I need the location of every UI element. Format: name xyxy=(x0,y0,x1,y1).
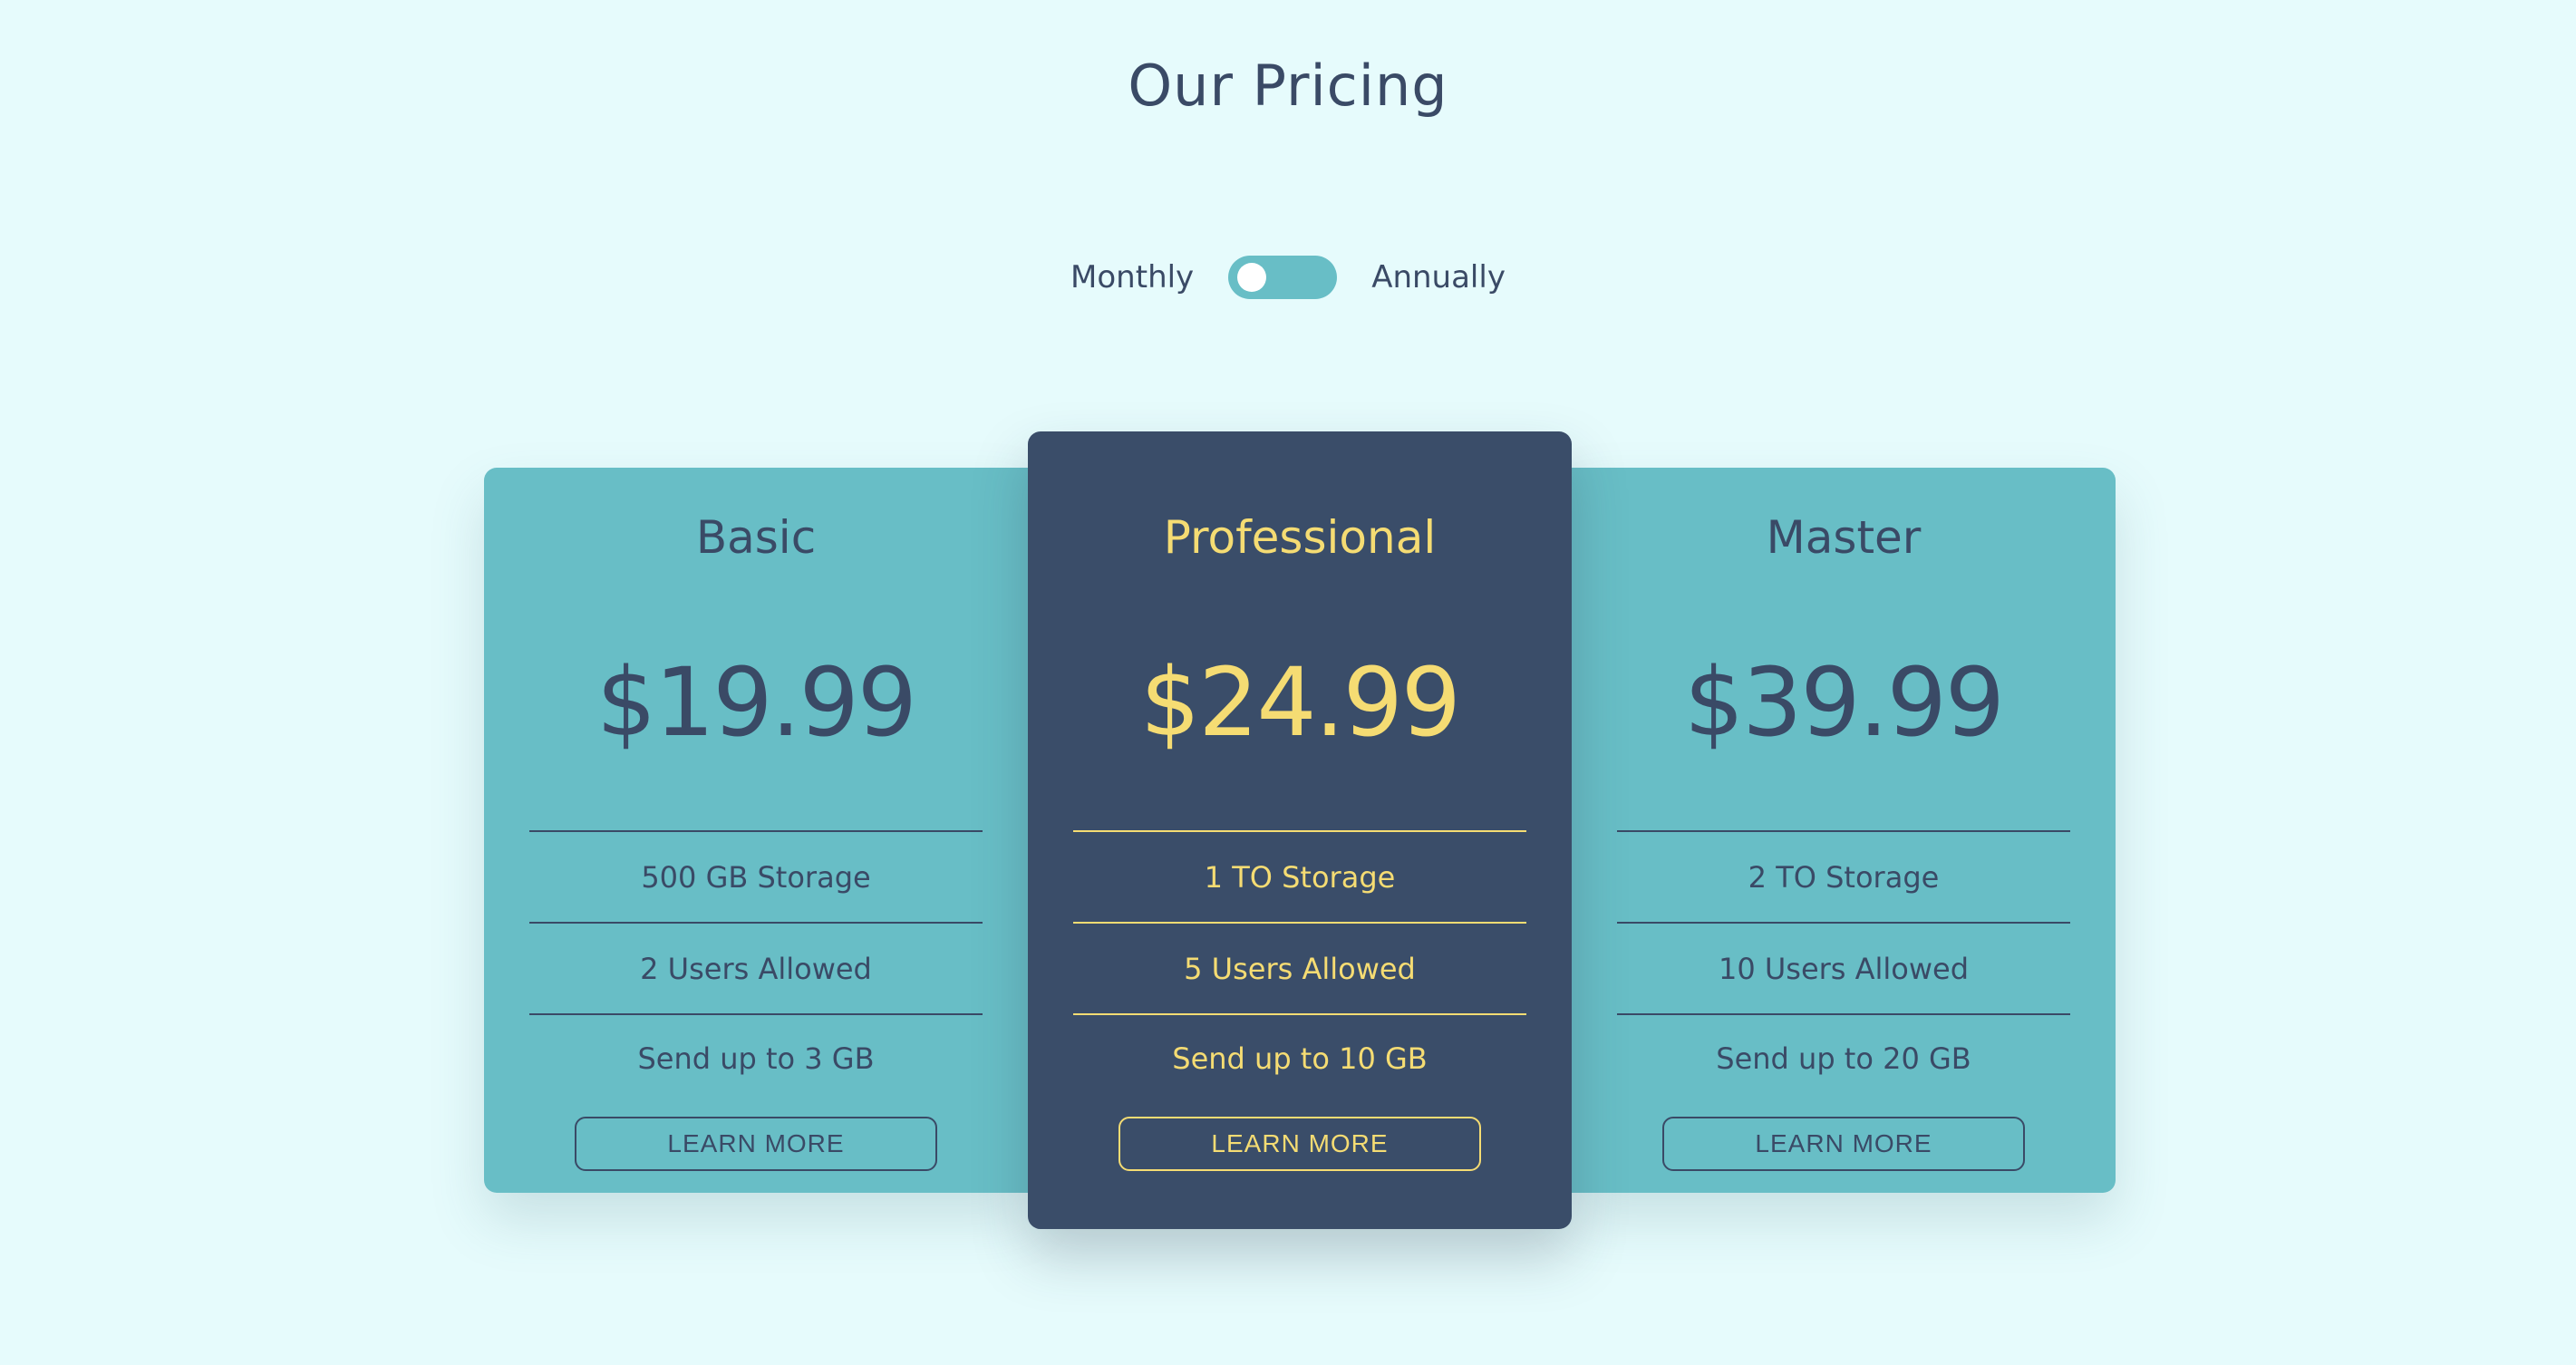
pricing-card-professional: Professional $24.99 1 TO Storage 5 Users… xyxy=(1028,431,1572,1229)
billing-switch[interactable] xyxy=(1228,256,1338,299)
feature-item: Send up to 3 GB xyxy=(529,1013,983,1100)
feature-item: Send up to 10 GB xyxy=(1073,1013,1526,1100)
pricing-page: Our Pricing Monthly Annually Basic $19.9… xyxy=(0,0,2576,1365)
plan-price: $24.99 xyxy=(1140,647,1461,758)
feature-list: 2 TO Storage 10 Users Allowed Send up to… xyxy=(1617,830,2070,1100)
billing-toggle: Monthly Annually xyxy=(0,256,2576,299)
feature-item: 10 Users Allowed xyxy=(1617,922,2070,1013)
learn-more-button[interactable]: LEARN MORE xyxy=(1662,1117,2025,1171)
learn-more-button[interactable]: LEARN MORE xyxy=(575,1117,937,1171)
monthly-label: Monthly xyxy=(1070,259,1195,295)
feature-item: 2 TO Storage xyxy=(1617,830,2070,922)
feature-item: 2 Users Allowed xyxy=(529,922,983,1013)
plan-price: $39.99 xyxy=(1684,647,2005,758)
feature-list: 500 GB Storage 2 Users Allowed Send up t… xyxy=(529,830,983,1100)
page-title: Our Pricing xyxy=(1128,53,1448,119)
learn-more-button[interactable]: LEARN MORE xyxy=(1119,1117,1481,1171)
pricing-card-master: Master $39.99 2 TO Storage 10 Users Allo… xyxy=(1572,468,2116,1193)
feature-item: 1 TO Storage xyxy=(1073,830,1526,922)
pricing-card-basic: Basic $19.99 500 GB Storage 2 Users Allo… xyxy=(484,468,1028,1193)
switch-knob xyxy=(1237,263,1267,292)
feature-item: 500 GB Storage xyxy=(529,830,983,922)
feature-item: 5 Users Allowed xyxy=(1073,922,1526,1013)
annually-label: Annually xyxy=(1371,259,1506,295)
plan-price: $19.99 xyxy=(596,647,917,758)
plan-name: Basic xyxy=(695,511,817,564)
feature-list: 1 TO Storage 5 Users Allowed Send up to … xyxy=(1073,830,1526,1100)
feature-item: Send up to 20 GB xyxy=(1617,1013,2070,1100)
plan-name: Professional xyxy=(1163,511,1437,564)
plan-name: Master xyxy=(1766,511,1922,564)
